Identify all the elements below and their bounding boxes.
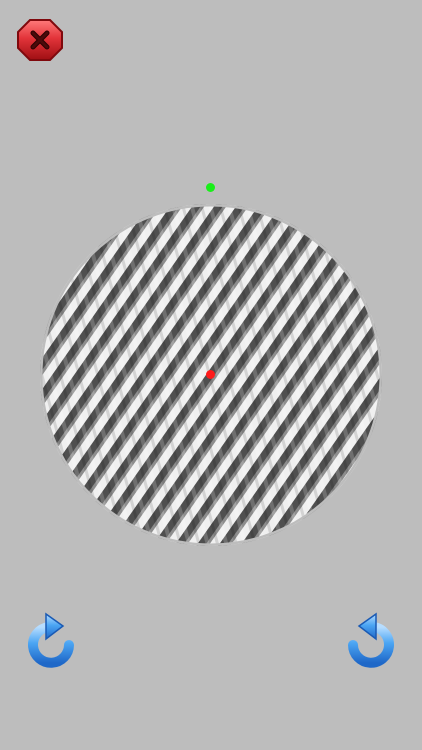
rotate-counterclockwise-button[interactable] (20, 612, 86, 678)
close-button[interactable] (16, 18, 64, 62)
rotate-clockwise-icon (348, 612, 394, 668)
fixation-dot (206, 370, 215, 379)
rotate-counterclockwise-icon (28, 612, 74, 668)
close-icon (17, 19, 63, 61)
target-dot (206, 183, 215, 192)
rotate-clockwise-button[interactable] (336, 612, 402, 678)
